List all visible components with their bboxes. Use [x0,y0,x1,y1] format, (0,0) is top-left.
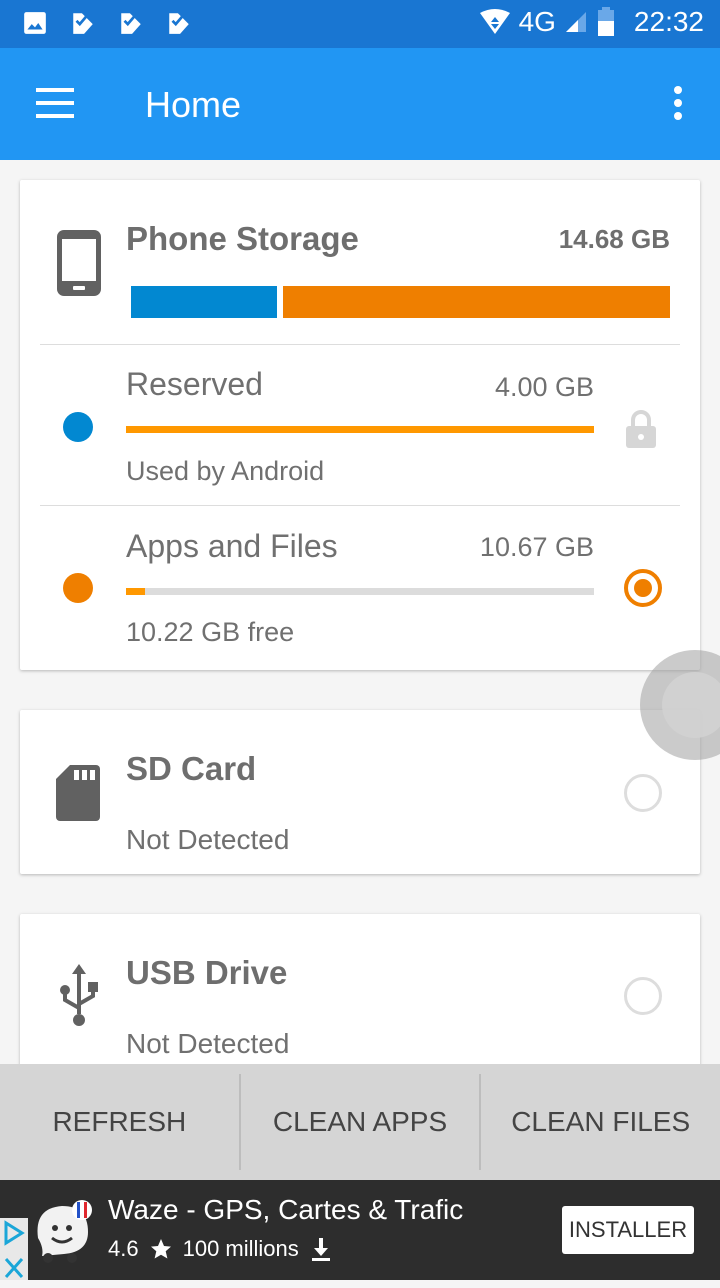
storage-segment-apps [282,286,670,318]
apps-files-free: 10.22 GB free [126,617,295,647]
usb-drive-title: USB Drive [126,954,288,991]
check-notification-icon [169,13,189,34]
phone-storage-title: Phone Storage [126,220,359,257]
sd-card-card[interactable]: SD Card Not Detected [20,710,700,874]
refresh-button[interactable]: REFRESH [0,1064,239,1180]
hamburger-menu-icon[interactable] [36,88,76,120]
waze-logo [37,1200,92,1263]
signal-icon [565,12,586,32]
ad-downloads: 100 millions [182,1236,299,1261]
network-type: 4G [518,6,556,37]
ad-meta: 4.6 100 millions [108,1236,333,1262]
reserved-label: Reserved [126,366,263,402]
sd-card-title: SD Card [126,750,257,787]
app-bar: Home [0,48,720,160]
reserved-color-dot [63,412,93,442]
reserved-subtitle: Used by Android [126,456,325,486]
more-vert-icon[interactable] [672,86,684,122]
apps-color-dot [63,573,93,603]
download-icon [311,1238,330,1261]
battery-icon [597,7,614,36]
sd-card-icon [56,765,100,821]
reserved-size: 4.00 GB [494,372,594,402]
usb-drive-card[interactable]: USB Drive Not Detected [20,914,700,1084]
image-icon [24,12,46,34]
ad-rating: 4.6 [108,1236,139,1261]
sd-card-status: Not Detected [126,824,290,855]
check-notification-icon [73,13,93,34]
usb-drive-status: Not Detected [126,1028,290,1059]
star-icon [150,1239,171,1259]
close-icon[interactable] [0,1253,28,1283]
divider [40,344,680,345]
lock-icon [626,410,656,448]
ad-choices-icon[interactable] [0,1218,28,1248]
storage-usage-bar [131,286,670,318]
clean-files-button[interactable]: CLEAN FILES [481,1064,720,1180]
reserved-progress-bar [126,426,594,433]
apps-files-label: Apps and Files [126,528,338,564]
smartphone-icon [57,230,101,296]
ad-choices[interactable] [0,1218,28,1280]
status-bar: 4G 22:32 [0,0,720,48]
ad-banner[interactable]: Waze - GPS, Cartes & Trafic 4.6 100 mill… [0,1180,720,1280]
divider [40,505,680,506]
apps-files-size: 10.67 GB [479,532,594,562]
apps-files-progress-bar [126,588,594,595]
usb-drive-radio[interactable] [624,977,662,1015]
phone-storage-total: 14.68 GB [558,224,670,254]
page-title: Home [145,84,242,125]
check-notification-icon [121,13,141,34]
clean-apps-button[interactable]: CLEAN APPS [241,1064,480,1180]
wifi-icon [479,9,510,34]
ad-title: Waze - GPS, Cartes & Trafic [108,1194,464,1225]
usb-icon [60,964,98,1026]
clock: 22:32 [633,6,704,37]
install-button[interactable]: INSTALLER [562,1206,694,1254]
phone-storage-card: Phone Storage 14.68 GB Reserved 4.00 GB … [20,180,700,670]
apps-files-radio[interactable] [624,569,662,607]
storage-segment-reserved [131,286,277,318]
bottom-action-bar: REFRESH CLEAN APPS CLEAN FILES [0,1064,720,1180]
sd-card-radio[interactable] [624,774,662,812]
